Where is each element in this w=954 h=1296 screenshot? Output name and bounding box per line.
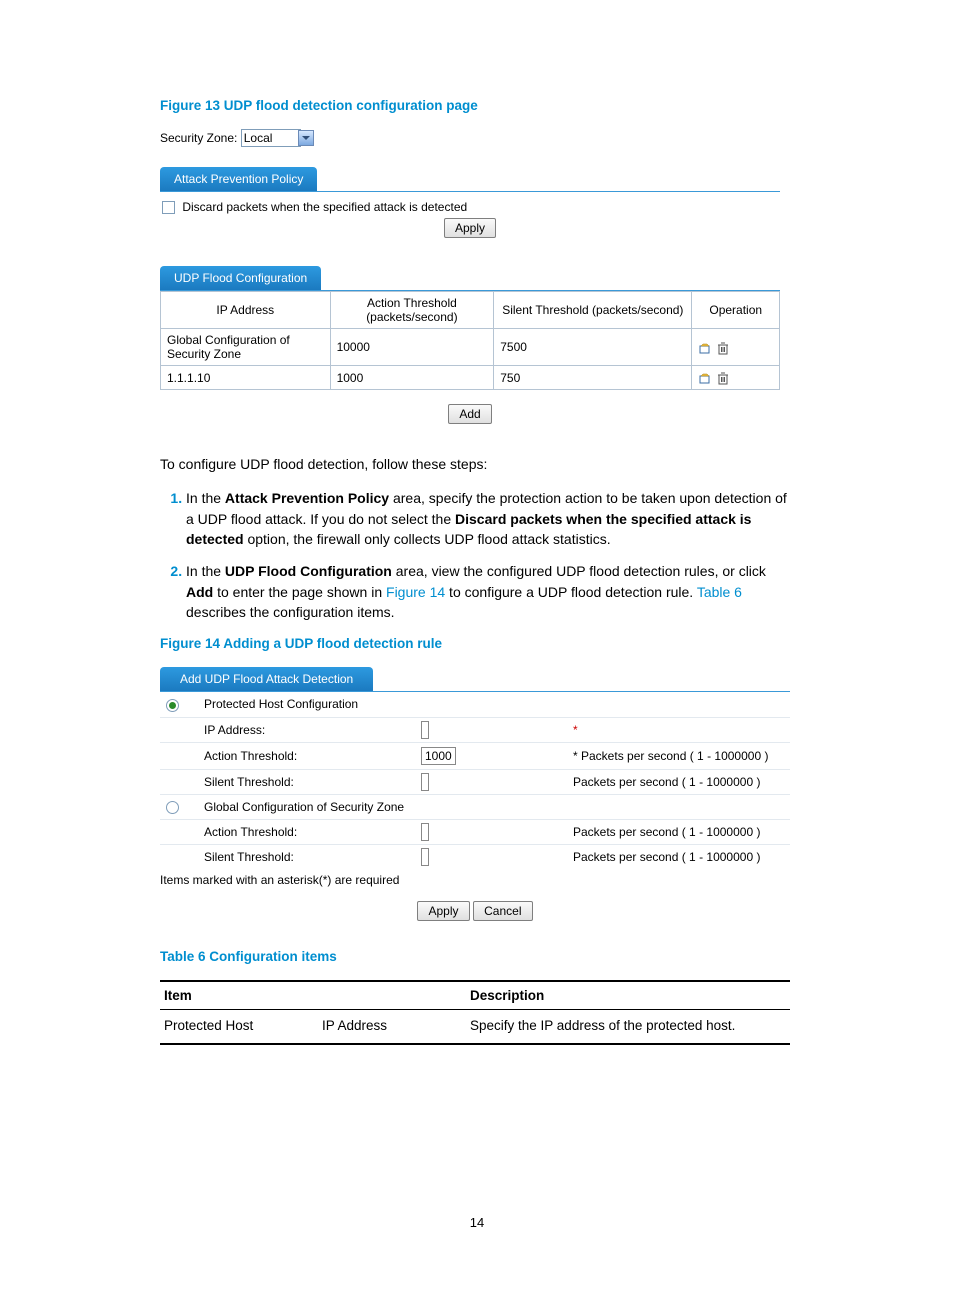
silent-threshold-hint: Packets per second ( 1 - 1000000 ) (567, 769, 790, 794)
global-action-threshold-input[interactable] (421, 823, 429, 841)
chevron-down-icon[interactable] (298, 130, 314, 146)
discard-checkbox[interactable] (162, 201, 175, 214)
table-row: Global Configuration of Security Zone 10… (161, 329, 780, 366)
global-action-threshold-hint: Packets per second ( 1 - 1000000 ) (567, 819, 790, 844)
th-ip: IP Address (161, 292, 331, 329)
protected-host-radio[interactable] (166, 699, 179, 712)
attack-policy-tabstrip: Attack Prevention Policy (160, 167, 780, 192)
cell-item: Protected Host (160, 1009, 318, 1044)
edit-icon[interactable] (698, 341, 712, 355)
apply-button[interactable]: Apply (417, 901, 469, 921)
action-threshold-input[interactable]: 1000 (421, 747, 456, 765)
step-2: In the UDP Flood Configuration area, vie… (186, 561, 794, 622)
step-1: In the Attack Prevention Policy area, sp… (186, 488, 794, 549)
action-threshold-label: Action Threshold: (198, 742, 415, 769)
trash-icon[interactable] (716, 371, 730, 385)
cell-subitem: IP Address (318, 1009, 466, 1044)
cell-ip: 1.1.1.10 (161, 366, 331, 390)
udp-config-table: IP Address Action Threshold (packets/sec… (160, 291, 780, 390)
table-6-caption: Table 6 Configuration items (160, 949, 794, 964)
security-zone-label: Security Zone: (160, 131, 237, 145)
add-button[interactable]: Add (448, 404, 491, 424)
page-number: 14 (160, 1215, 794, 1230)
cell-description: Specify the IP address of the protected … (466, 1009, 790, 1044)
th-operation: Operation (692, 292, 780, 329)
udp-config-tabstrip: UDP Flood Configuration (160, 266, 780, 291)
udp-config-tab[interactable]: UDP Flood Configuration (160, 266, 321, 290)
protected-host-label: Protected Host Configuration (198, 692, 790, 717)
ip-address-label: IP Address: (198, 717, 415, 742)
global-config-radio[interactable] (166, 801, 179, 814)
cell-ip: Global Configuration of Security Zone (161, 329, 331, 366)
global-silent-threshold-hint: Packets per second ( 1 - 1000000 ) (567, 844, 790, 869)
cell-op (692, 366, 780, 390)
cell-silent: 750 (494, 366, 692, 390)
discard-row: Discard packets when the specified attac… (160, 192, 780, 218)
cell-action: 1000 (330, 366, 494, 390)
cell-op (692, 329, 780, 366)
silent-threshold-input[interactable] (421, 773, 429, 791)
attack-policy-tab[interactable]: Attack Prevention Policy (160, 167, 317, 191)
table-6: Item Description Protected Host IP Addre… (160, 980, 790, 1045)
silent-threshold-label: Silent Threshold: (198, 769, 415, 794)
cancel-button[interactable]: Cancel (473, 901, 532, 921)
security-zone-select[interactable]: Local (241, 129, 301, 147)
security-zone-row: Security Zone: Local (160, 129, 794, 147)
steps-list: In the Attack Prevention Policy area, sp… (160, 488, 794, 622)
figure-14-link[interactable]: Figure 14 (386, 584, 445, 600)
th-description: Description (466, 981, 790, 1010)
figure-13-caption: Figure 13 UDP flood detection configurat… (160, 98, 794, 113)
cell-silent: 7500 (494, 329, 692, 366)
intro-text: To configure UDP flood detection, follow… (160, 454, 794, 474)
global-silent-threshold-label: Silent Threshold: (198, 844, 415, 869)
th-item: Item (160, 981, 466, 1010)
cell-action: 10000 (330, 329, 494, 366)
global-silent-threshold-input[interactable] (421, 848, 429, 866)
global-config-label: Global Configuration of Security Zone (198, 794, 790, 819)
table-row: 1.1.1.10 1000 750 (161, 366, 780, 390)
add-detection-table: Protected Host Configuration IP Address:… (160, 692, 790, 869)
edit-icon[interactable] (698, 371, 712, 385)
add-detection-tabstrip: Add UDP Flood Attack Detection (160, 667, 790, 692)
required-note: Items marked with an asterisk(*) are req… (160, 869, 790, 897)
figure-14-caption: Figure 14 Adding a UDP flood detection r… (160, 636, 794, 651)
action-threshold-hint: * Packets per second ( 1 - 1000000 ) (567, 742, 790, 769)
apply-button[interactable]: Apply (444, 218, 496, 238)
global-action-threshold-label: Action Threshold: (198, 819, 415, 844)
apply-row: Apply (160, 218, 780, 238)
discard-label: Discard packets when the specified attac… (182, 200, 467, 214)
trash-icon[interactable] (716, 341, 730, 355)
add-detection-tab[interactable]: Add UDP Flood Attack Detection (160, 667, 373, 691)
th-silent: Silent Threshold (packets/second) (494, 292, 692, 329)
th-action: Action Threshold (packets/second) (330, 292, 494, 329)
table-6-link[interactable]: Table 6 (697, 584, 742, 600)
ip-address-input[interactable] (421, 721, 429, 739)
required-asterisk: * (573, 723, 578, 737)
table-row: Protected Host IP Address Specify the IP… (160, 1009, 790, 1044)
